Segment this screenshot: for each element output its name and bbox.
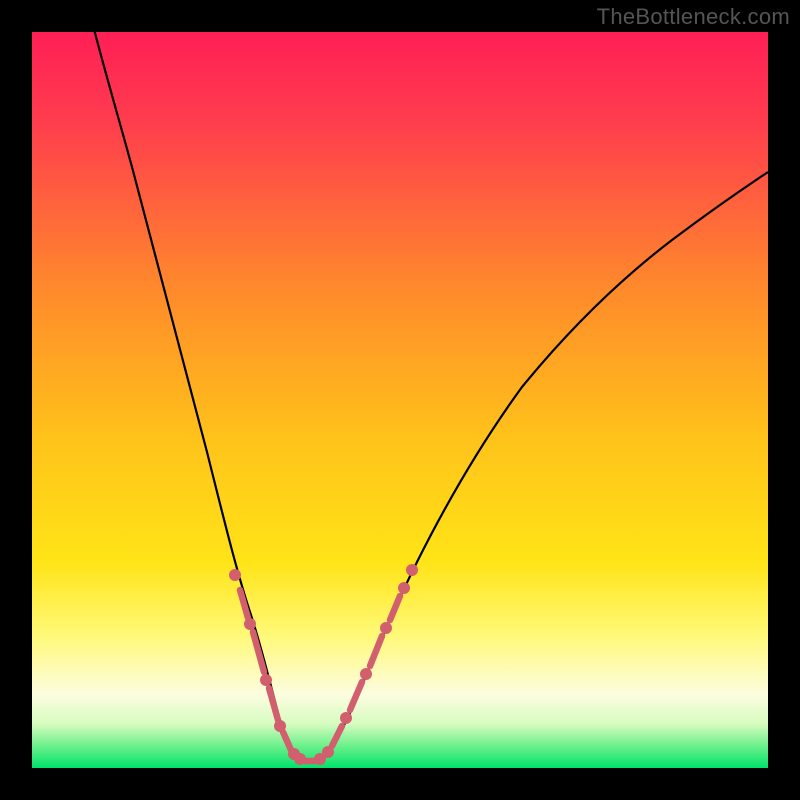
watermark-text: TheBottleneck.com (597, 4, 790, 30)
heatmap-background (32, 32, 768, 768)
chart-frame: TheBottleneck.com (0, 0, 800, 800)
chart-svg (32, 32, 768, 768)
plot-area (32, 32, 768, 768)
